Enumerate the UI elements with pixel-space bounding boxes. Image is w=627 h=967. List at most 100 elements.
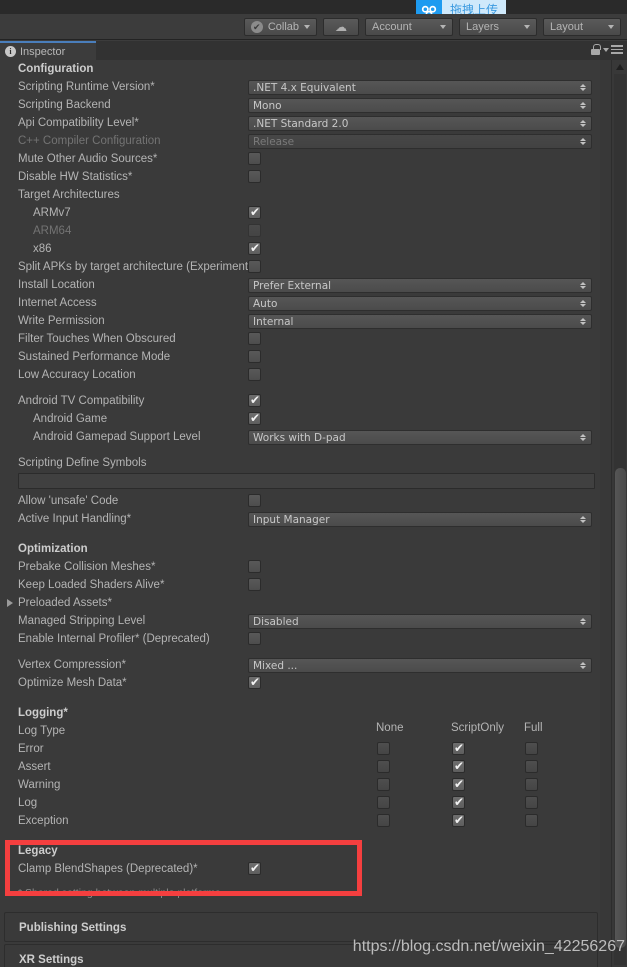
logging-assert-scriptonly-checkbox[interactable] bbox=[452, 759, 465, 773]
split-apks-checkbox[interactable] bbox=[248, 260, 261, 273]
logging-row-exception: Exception bbox=[0, 812, 600, 830]
logging-error-full-checkbox[interactable] bbox=[525, 742, 538, 755]
api-compatibility-level-dropdown[interactable]: .NET Standard 2.0 bbox=[248, 116, 592, 131]
logging-log-scriptonly-checkbox[interactable] bbox=[452, 795, 465, 809]
field-sustained-performance: Sustained Performance Mode bbox=[0, 348, 600, 366]
field-vertex-compression: Vertex Compression* Mixed ... bbox=[0, 656, 600, 674]
cpp-compiler-configuration-dropdown: Release bbox=[248, 134, 592, 149]
scroll-up-arrow-icon[interactable] bbox=[616, 64, 624, 70]
scrollbar-thumb[interactable] bbox=[615, 468, 626, 948]
scripting-runtime-version-dropdown[interactable]: .NET 4.x Equivalent bbox=[248, 80, 592, 95]
inspector-scrollbar[interactable] bbox=[611, 60, 627, 967]
logging-assert-full-checkbox[interactable] bbox=[525, 760, 538, 773]
scripting-backend-dropdown[interactable]: Mono bbox=[248, 98, 592, 113]
stepper-arrows-icon bbox=[580, 434, 587, 441]
collab-check-icon: ✔ bbox=[250, 20, 263, 33]
internet-access-dropdown[interactable]: Auto bbox=[248, 296, 592, 311]
logging-warning-full-checkbox[interactable] bbox=[525, 778, 538, 791]
active-input-handling-dropdown[interactable]: Input Manager bbox=[248, 512, 592, 527]
layout-label: Layout bbox=[550, 20, 584, 33]
field-scripting-runtime-version: Scripting Runtime Version* .NET 4.x Equi… bbox=[0, 78, 600, 96]
stepper-arrows-icon bbox=[580, 102, 587, 109]
armv7-checkbox[interactable] bbox=[248, 205, 261, 219]
tab-inspector[interactable]: i Inspector bbox=[0, 41, 96, 60]
chevron-down-icon bbox=[524, 24, 530, 29]
stepper-arrows-icon bbox=[580, 138, 587, 145]
unity-toolbar: ✔ Collab ☁ Account Layers Layout bbox=[0, 14, 627, 40]
x86-checkbox[interactable] bbox=[248, 241, 261, 255]
logging-exception-none-checkbox[interactable] bbox=[377, 814, 390, 827]
disable-hw-statistics-checkbox[interactable] bbox=[248, 170, 261, 183]
logging-log-none-checkbox[interactable] bbox=[377, 796, 390, 809]
stepper-arrows-icon bbox=[580, 618, 587, 625]
logging-error-scriptonly-checkbox[interactable] bbox=[452, 741, 465, 755]
hamburger-menu-icon[interactable] bbox=[603, 45, 623, 54]
inspector-tab-bar: i Inspector bbox=[0, 41, 627, 60]
field-preloaded-assets[interactable]: Preloaded Assets* bbox=[0, 594, 600, 612]
shared-setting-footnote: * Shared setting between multiple platfo… bbox=[18, 887, 224, 899]
section-header-legacy: Legacy bbox=[18, 845, 58, 857]
chevron-right-icon[interactable] bbox=[7, 599, 13, 607]
section-header-logging: Logging* bbox=[18, 707, 68, 719]
vertex-compression-dropdown[interactable]: Mixed ... bbox=[248, 658, 592, 673]
low-accuracy-location-checkbox[interactable] bbox=[248, 368, 261, 381]
field-x86: x86 bbox=[0, 240, 600, 258]
sustained-performance-checkbox[interactable] bbox=[248, 350, 261, 363]
field-write-permission: Write Permission Internal bbox=[0, 312, 600, 330]
android-gamepad-support-dropdown[interactable]: Works with D-pad bbox=[248, 430, 592, 445]
stepper-arrows-icon bbox=[580, 662, 587, 669]
stepper-arrows-icon bbox=[580, 300, 587, 307]
logging-warning-scriptonly-checkbox[interactable] bbox=[452, 777, 465, 791]
keep-loaded-shaders-alive-checkbox[interactable] bbox=[248, 578, 261, 591]
mute-other-audio-sources-checkbox[interactable] bbox=[248, 152, 261, 165]
scripting-define-symbols-input[interactable] bbox=[18, 473, 595, 489]
stepper-arrows-icon bbox=[580, 282, 587, 289]
logging-warning-none-checkbox[interactable] bbox=[377, 778, 390, 791]
cloud-icon: ☁ bbox=[335, 19, 347, 34]
field-android-tv-compatibility: Android TV Compatibility bbox=[0, 392, 600, 410]
write-permission-dropdown[interactable]: Internal bbox=[248, 314, 592, 329]
android-game-checkbox[interactable] bbox=[248, 411, 261, 425]
lock-icon[interactable] bbox=[591, 44, 601, 55]
cloud-button[interactable]: ☁ bbox=[323, 17, 359, 36]
account-button[interactable]: Account bbox=[365, 17, 453, 36]
logging-exception-scriptonly-checkbox[interactable] bbox=[452, 813, 465, 827]
optimize-mesh-data-checkbox[interactable] bbox=[248, 675, 261, 689]
logging-assert-none-checkbox[interactable] bbox=[377, 760, 390, 773]
field-disable-hw-statistics: Disable HW Statistics* bbox=[0, 168, 600, 186]
install-location-dropdown[interactable]: Prefer External bbox=[248, 278, 592, 293]
panel-gutter bbox=[600, 60, 611, 967]
prebake-collision-meshes-checkbox[interactable] bbox=[248, 560, 261, 573]
managed-stripping-level-dropdown[interactable]: Disabled bbox=[248, 614, 592, 629]
allow-unsafe-code-checkbox[interactable] bbox=[248, 494, 261, 507]
logging-row-error: Error bbox=[0, 740, 600, 758]
section-publishing-settings-label: Publishing Settings bbox=[19, 922, 127, 934]
layers-button[interactable]: Layers bbox=[459, 17, 537, 36]
field-armv7: ARMv7 bbox=[0, 204, 600, 222]
field-android-gamepad-support: Android Gamepad Support Level Works with… bbox=[0, 428, 600, 446]
section-header-configuration: Configuration bbox=[18, 63, 94, 75]
collab-button[interactable]: ✔ Collab bbox=[243, 17, 317, 36]
field-mute-other-audio-sources: Mute Other Audio Sources* bbox=[0, 150, 600, 168]
field-low-accuracy-location: Low Accuracy Location bbox=[0, 366, 600, 384]
field-internet-access: Internet Access Auto bbox=[0, 294, 600, 312]
clamp-blendshapes-checkbox[interactable] bbox=[248, 861, 261, 875]
filter-touches-checkbox[interactable] bbox=[248, 332, 261, 345]
tab-bar-actions bbox=[591, 44, 623, 55]
field-allow-unsafe-code: Allow 'unsafe' Code bbox=[0, 492, 600, 510]
layout-button[interactable]: Layout bbox=[543, 17, 621, 36]
enable-internal-profiler-checkbox[interactable] bbox=[248, 632, 261, 645]
android-tv-compatibility-checkbox[interactable] bbox=[248, 393, 261, 407]
field-prebake-collision-meshes: Prebake Collision Meshes* bbox=[0, 558, 600, 576]
field-install-location: Install Location Prefer External bbox=[0, 276, 600, 294]
field-keep-loaded-shaders-alive: Keep Loaded Shaders Alive* bbox=[0, 576, 600, 594]
logging-log-full-checkbox[interactable] bbox=[525, 796, 538, 809]
inspector-panel: Configuration Scripting Runtime Version*… bbox=[0, 60, 627, 967]
logging-exception-full-checkbox[interactable] bbox=[525, 814, 538, 827]
label-target-architectures: Target Architectures bbox=[18, 189, 120, 201]
logging-error-none-checkbox[interactable] bbox=[377, 742, 390, 755]
